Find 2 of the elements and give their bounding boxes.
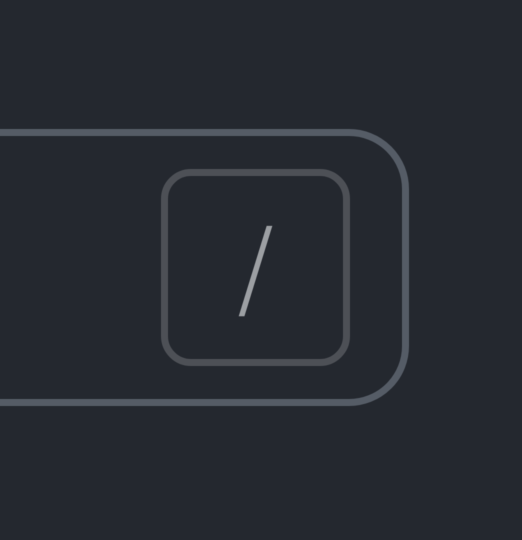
shortcut-key: / [161, 169, 350, 366]
search-field[interactable]: / [0, 129, 409, 406]
